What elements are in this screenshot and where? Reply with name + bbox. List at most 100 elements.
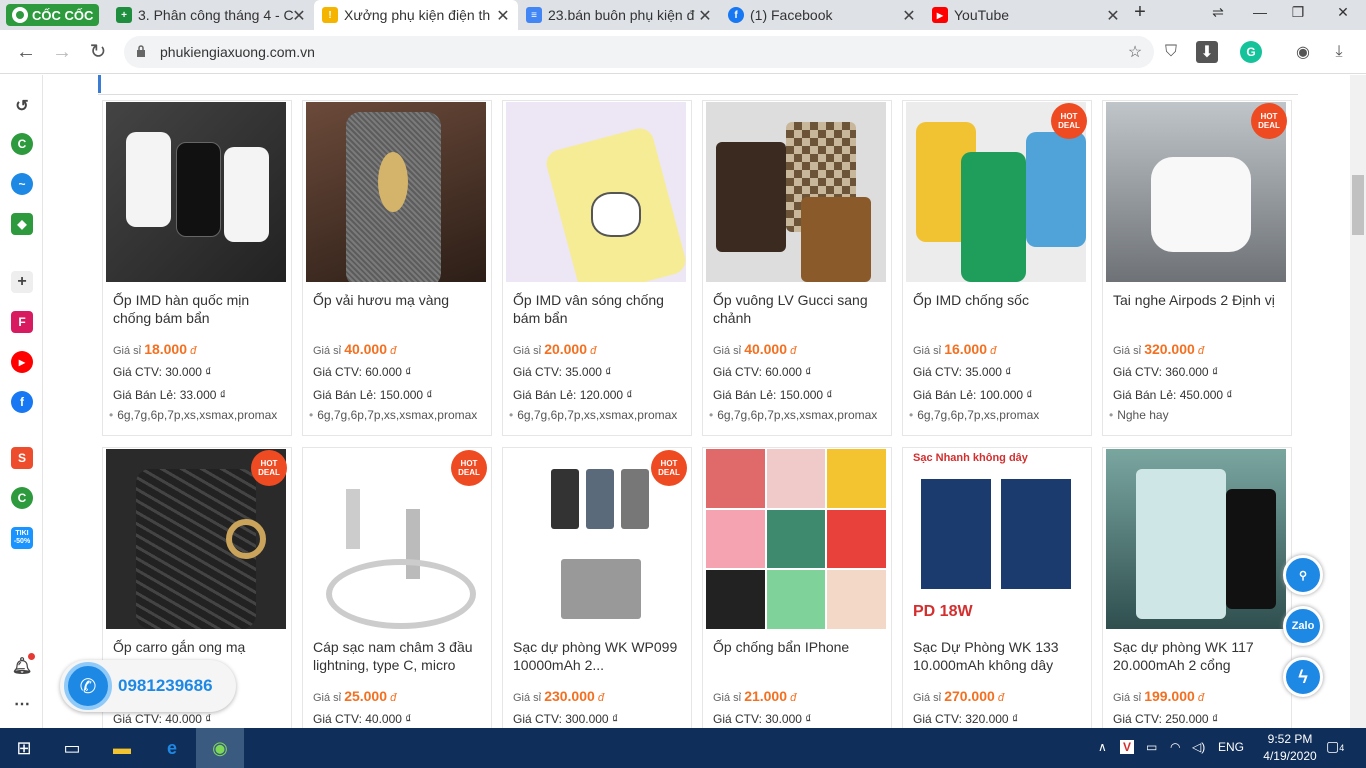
product-name[interactable]: Cáp sạc nam châm 3 đầu lightning, type C… — [313, 638, 485, 674]
close-icon[interactable]: ✕ — [494, 6, 512, 26]
product-card[interactable]: Ốp vải hươu mạ vàng Giá sỉ 40.000 đ Giá CT… — [302, 100, 492, 436]
more-icon[interactable]: ⋯ — [11, 693, 33, 715]
tray-chevron-icon[interactable]: ∧ — [1098, 740, 1107, 754]
messenger-icon[interactable]: ~ — [11, 173, 33, 195]
shopee-icon[interactable]: S — [11, 447, 33, 469]
product-image[interactable] — [306, 102, 486, 282]
hotline-button[interactable]: ✆ 0981239686 — [60, 660, 236, 712]
scrollbar[interactable] — [1350, 75, 1366, 728]
youtube-icon[interactable]: ▶ — [11, 351, 33, 373]
ctv-price: Giá CTV: 60.000 ₫ — [713, 365, 812, 379]
forward-button[interactable]: → — [50, 40, 74, 64]
back-button[interactable]: ← — [14, 40, 38, 64]
coccoc-menu-button[interactable]: CỐC CỐC — [6, 4, 100, 26]
product-image[interactable] — [906, 449, 1086, 629]
address-bar[interactable]: phukiengiaxuong.com.vn — [124, 36, 1154, 68]
product-card[interactable]: Ốp chống bẩn IPhone Giá sỉ 21.000 đ Giá CT… — [702, 447, 892, 728]
product-card[interactable]: HOT DEAL Tai nghe Airpods 2 Định vị Giá sỉ … — [1102, 100, 1292, 436]
product-name[interactable]: Sạc Dự Phòng WK 133 10.000mAh không dây — [913, 638, 1085, 674]
unikey-icon[interactable]: V — [1120, 740, 1135, 754]
tab-youtube[interactable]: ▶ YouTube ✕ — [924, 0, 1128, 30]
tab-sheets[interactable]: + 3. Phân công tháng 4 - C ✕ — [108, 0, 314, 30]
product-name[interactable]: Sạc dự phòng WK 117 20.000mAh 2 cổng — [1113, 638, 1285, 674]
foody-icon[interactable]: F — [11, 311, 33, 333]
product-image[interactable] — [106, 102, 286, 282]
clock[interactable]: 9:52 PM 4/19/2020 — [1260, 732, 1320, 763]
action-center-icon[interactable]: ▢4 — [1326, 738, 1344, 755]
facebook-icon: f — [728, 7, 744, 23]
coccoc-icon[interactable]: C — [11, 487, 33, 509]
close-icon[interactable]: ✕ — [696, 6, 714, 26]
coccoc-icon[interactable]: C — [11, 133, 33, 155]
product-name[interactable]: Ốp chống bẩn IPhone — [713, 638, 885, 656]
tab-bar: CỐC CỐC + 3. Phân công tháng 4 - C ✕ ! X… — [0, 0, 1366, 30]
tab-title: (1) Facebook — [750, 7, 833, 23]
product-card[interactable]: Ốp vuông LV Gucci sang chảnh Giá sỉ 40.00… — [702, 100, 892, 436]
tab-active-shop[interactable]: ! Xưởng phụ kiện điện th ✕ — [314, 0, 518, 30]
game-icon[interactable]: ◆ — [11, 213, 33, 235]
messenger-chat-icon[interactable]: ϟ — [1283, 657, 1323, 697]
retail-price: Giá Bán Lẻ: 120.000 ₫ — [513, 388, 633, 402]
product-name[interactable]: Ốp IMD chống sốc — [913, 291, 1085, 309]
product-name[interactable]: Ốp IMD hàn quốc mịn chống bám bẩn — [113, 291, 285, 327]
coccoc-taskbar-icon[interactable]: ◉ — [196, 728, 244, 768]
new-tab-button[interactable]: + — [1130, 1, 1150, 24]
product-card[interactable]: HOT DEAL Cáp sạc nam châm 3 đầu lightning,… — [302, 447, 492, 728]
volume-icon[interactable]: ◁) — [1192, 740, 1205, 754]
product-card[interactable]: Sạc Nhanh không dây PD 18W Sạc Dự Phòng WK… — [902, 447, 1092, 728]
download-extension-icon[interactable]: ⬇ — [1196, 41, 1218, 63]
shield-icon[interactable]: ⛉ — [1160, 41, 1182, 63]
product-card[interactable]: HOT DEAL Ốp IMD chống sốc Giá sỉ 16.000 đ Gi… — [902, 100, 1092, 436]
edge-icon[interactable]: e — [148, 728, 196, 768]
battery-icon[interactable]: ▭ — [1146, 740, 1157, 754]
facebook-icon[interactable]: f — [11, 391, 33, 413]
product-card[interactable]: HOT DEAL Sạc dự phòng WK WP099 10000mAh 2.… — [502, 447, 692, 728]
zalo-icon[interactable]: Zalo — [1283, 606, 1323, 646]
notification-count: 4 — [1339, 743, 1345, 753]
grammarly-icon[interactable]: G — [1240, 41, 1262, 63]
sheets-icon: + — [116, 7, 132, 23]
close-window-button[interactable]: ✕ — [1333, 4, 1353, 21]
product-name[interactable]: Ốp carro gắn ong mạ — [113, 638, 285, 656]
url-text: phukiengiaxuong.com.vn — [160, 44, 315, 60]
phone-icon: ✆ — [64, 662, 112, 710]
tab-facebook[interactable]: f (1) Facebook ✕ — [720, 0, 924, 30]
product-name[interactable]: Ốp vuông LV Gucci sang chảnh — [713, 291, 885, 327]
tab-search-icon[interactable]: ⇌ — [1208, 4, 1228, 21]
add-icon[interactable]: + — [11, 271, 33, 293]
product-card[interactable]: Sạc dự phòng WK 117 20.000mAh 2 cổng Giá … — [1102, 447, 1292, 728]
product-image[interactable] — [706, 102, 886, 282]
product-image[interactable] — [506, 102, 686, 282]
language-indicator[interactable]: ENG — [1218, 740, 1244, 754]
bell-icon[interactable]: 🔔︎ — [11, 653, 35, 677]
profile-icon[interactable]: ◉ — [1292, 41, 1314, 63]
page-content: Ốp IMD hàn quốc mịn chống bám bẩn Giá sỉ … — [44, 75, 1350, 728]
variant-list: 6g,7g,6p,7p,xs,xsmax,promax — [109, 408, 277, 422]
tiki-icon[interactable]: TIKI -50% — [11, 527, 33, 549]
minimize-button[interactable]: — — [1250, 4, 1270, 20]
product-image[interactable] — [1106, 449, 1286, 629]
tab-docs[interactable]: ≡ 23.bán buôn phụ kiện đ ✕ — [518, 0, 720, 30]
reload-button[interactable]: ↻ — [86, 40, 110, 64]
product-name[interactable]: Sạc dự phòng WK WP099 10000mAh 2... — [513, 638, 685, 674]
task-view-icon[interactable]: ▭ — [48, 728, 96, 768]
close-icon[interactable]: ✕ — [900, 6, 918, 26]
history-icon[interactable]: ↺ — [11, 95, 33, 117]
windows-start-icon[interactable]: ⊞ — [0, 728, 48, 768]
product-card[interactable]: Ốp IMD hàn quốc mịn chống bám bẩn Giá sỉ … — [102, 100, 292, 436]
file-explorer-icon[interactable]: ▬ — [98, 728, 146, 768]
product-card[interactable]: Ốp IMD vân sóng chống bám bẩn Giá sỉ 20.0… — [502, 100, 692, 436]
downloads-icon[interactable]: ⤓ — [1328, 41, 1350, 63]
close-icon[interactable]: ✕ — [1104, 6, 1122, 26]
retail-price: Giá Bán Lẻ: 33.000 ₫ — [113, 388, 226, 402]
product-name[interactable]: Ốp IMD vân sóng chống bám bẩn — [513, 291, 685, 327]
product-name[interactable]: Tai nghe Airpods 2 Định vị — [1113, 291, 1285, 309]
bookmark-star-icon[interactable]: ☆ — [1124, 41, 1146, 63]
maximize-button[interactable]: ❐ — [1288, 4, 1308, 21]
product-name[interactable]: Ốp vải hươu mạ vàng — [313, 291, 485, 309]
product-image[interactable] — [706, 449, 886, 629]
scrollbar-thumb[interactable] — [1352, 175, 1364, 235]
wifi-icon[interactable]: ◠ — [1170, 740, 1180, 754]
close-icon[interactable]: ✕ — [290, 6, 308, 26]
map-location-icon[interactable]: ⚲ — [1283, 555, 1323, 595]
